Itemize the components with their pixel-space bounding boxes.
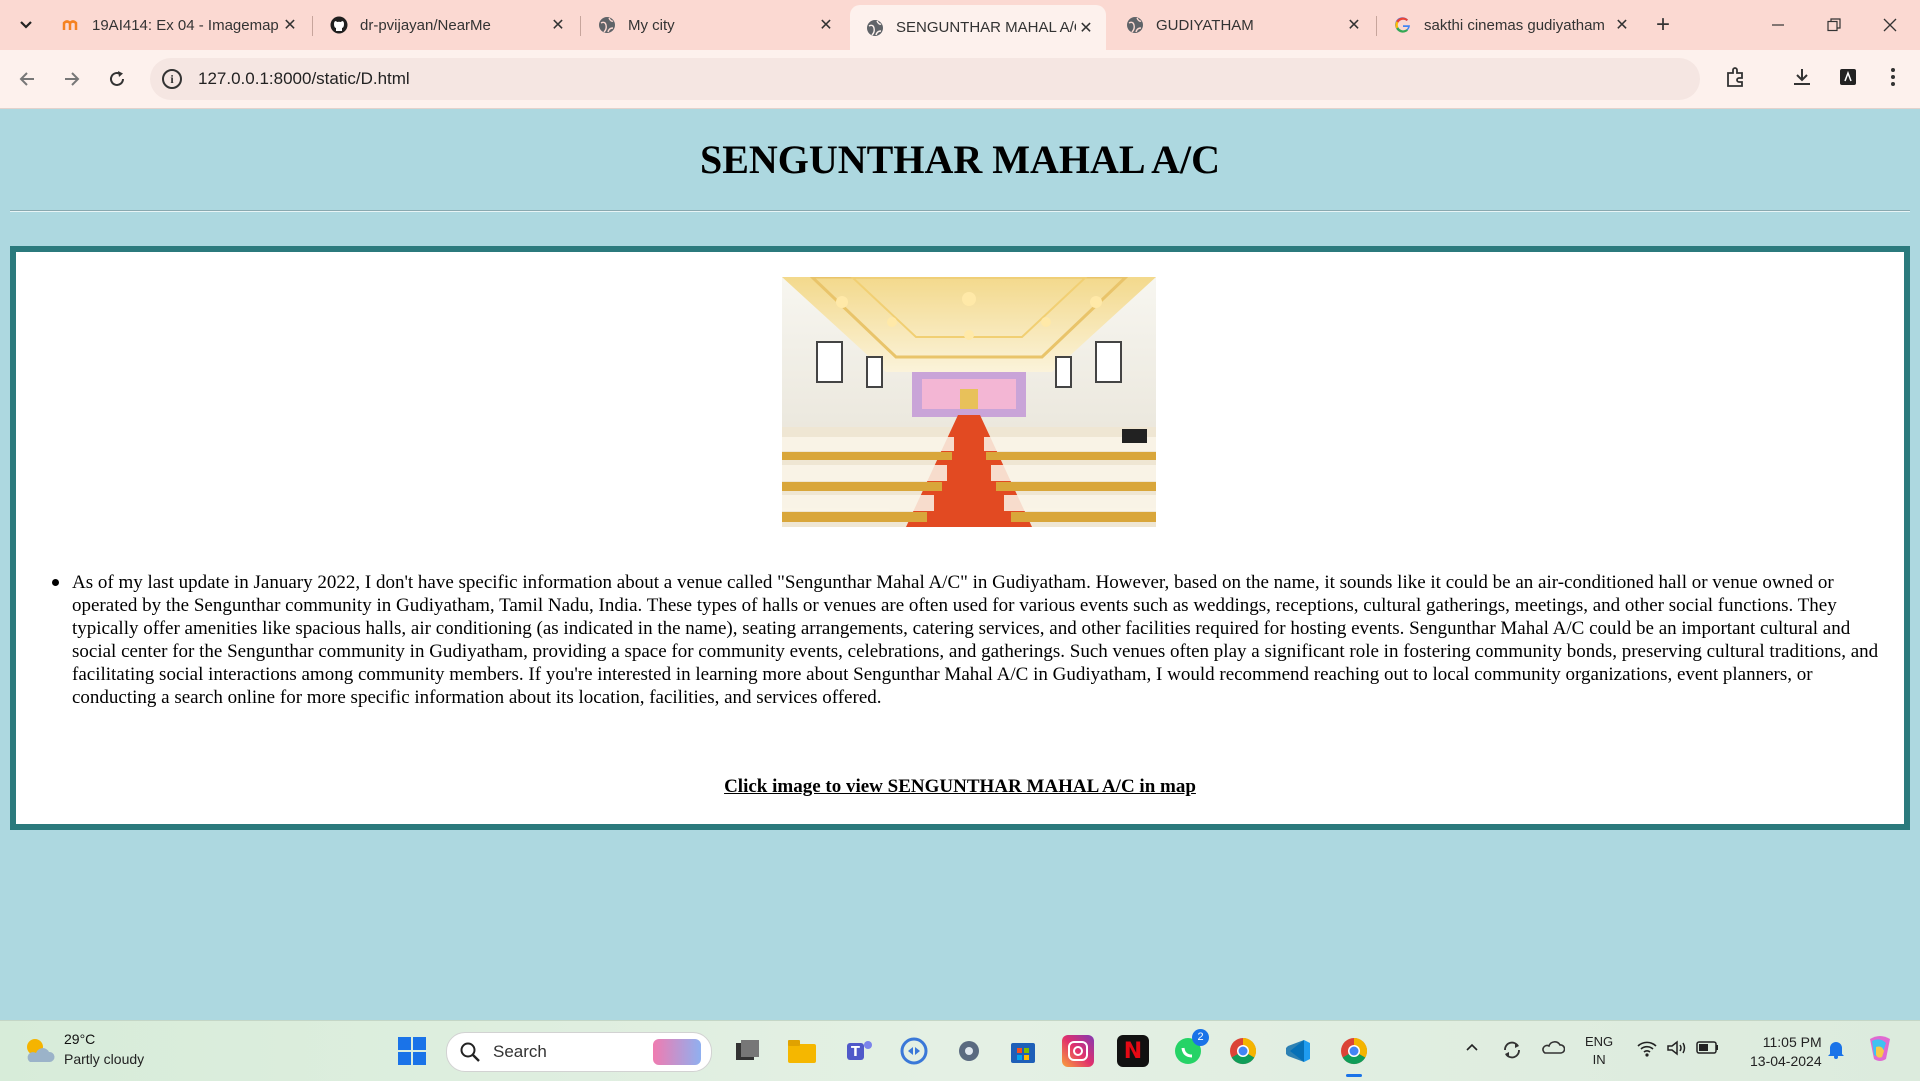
whatsapp-icon[interactable]: 2 xyxy=(1172,1029,1209,1067)
teams-icon[interactable]: T xyxy=(843,1035,875,1067)
weather-temperature[interactable]: 29°C xyxy=(64,1031,95,1047)
venue-description: As of my last update in January 2022, I … xyxy=(72,572,1879,708)
tab-title: GUDIYATHAM xyxy=(1156,16,1254,34)
venue-image[interactable] xyxy=(782,277,1156,527)
notification-badge: 2 xyxy=(1192,1029,1209,1046)
reload-icon xyxy=(110,71,124,86)
file-explorer-icon[interactable] xyxy=(786,1035,818,1067)
download-icon[interactable] xyxy=(1789,64,1815,90)
show-hidden-icons-icon[interactable] xyxy=(1464,1039,1480,1060)
tab-title: sakthi cinemas gudiyatham xyxy=(1424,16,1605,34)
search-highlight-icon xyxy=(653,1039,701,1065)
extensions-icon[interactable] xyxy=(1723,64,1749,90)
tab-separator xyxy=(580,16,581,36)
more-menu-icon[interactable] xyxy=(1880,64,1906,90)
partly-cloudy-icon[interactable] xyxy=(22,1035,56,1065)
tab-github[interactable]: dr-pvijayan/NearMe ✕ xyxy=(314,7,578,43)
volume-icon[interactable] xyxy=(1666,1039,1688,1062)
tab-separator xyxy=(1376,16,1377,36)
tab-title: My city xyxy=(628,16,675,34)
back-button[interactable] xyxy=(10,62,44,96)
microsoft-store-icon[interactable] xyxy=(1007,1035,1039,1067)
clock-date: 13-04-2024 xyxy=(1750,1053,1822,1069)
browser-toolbar: i 127.0.0.1:8000/static/D.html G文 xyxy=(0,50,1920,132)
chrome-icon[interactable] xyxy=(1227,1035,1259,1067)
tab-title: 19AI414: Ex 04 - Imagemap xyxy=(92,16,279,34)
wifi-icon[interactable] xyxy=(1636,1039,1658,1062)
minimize-button[interactable] xyxy=(1750,0,1806,50)
input-language[interactable]: ENG IN xyxy=(1585,1033,1613,1069)
globe-icon xyxy=(866,19,884,37)
divider xyxy=(10,210,1910,212)
windows-start-button[interactable] xyxy=(398,1037,426,1065)
restore-button[interactable] xyxy=(1806,0,1862,50)
url-text[interactable]: 127.0.0.1:8000/static/D.html xyxy=(198,69,410,89)
minimize-icon xyxy=(1772,24,1784,26)
chevron-down-icon xyxy=(20,21,32,29)
clock-time: 11:05 PM xyxy=(1762,1034,1822,1050)
plus-icon: + xyxy=(1655,11,1670,38)
language-code: ENG xyxy=(1585,1034,1614,1049)
forward-button[interactable] xyxy=(55,62,89,96)
chrome-active-icon[interactable] xyxy=(1338,1035,1370,1077)
banquet-hall-picture xyxy=(782,277,1156,527)
tab-my-city[interactable]: My city ✕ xyxy=(582,7,846,43)
system-clock[interactable]: 11:05 PM 13-04-2024 xyxy=(1750,1033,1822,1071)
close-tab-icon[interactable]: ✕ xyxy=(280,15,300,35)
taskbar-search-box[interactable]: Search xyxy=(446,1032,712,1072)
tab-title: SENGUNTHAR MAHAL A/C xyxy=(896,19,1076,36)
close-tab-icon[interactable]: ✕ xyxy=(816,15,836,35)
page-title: SENGUNTHAR MAHAL A/C xyxy=(699,137,1221,182)
tab-sengunthar-mahal[interactable]: SENGUNTHAR MAHAL A/C ✕ xyxy=(850,5,1106,50)
close-tab-icon[interactable]: ✕ xyxy=(1344,15,1364,35)
tab-strip: 19AI414: Ex 04 - Imagemap ✕ dr-pvijayan/… xyxy=(0,0,1920,50)
close-window-button[interactable] xyxy=(1862,0,1918,50)
search-label: Search xyxy=(493,1042,547,1061)
close-tab-icon[interactable]: ✕ xyxy=(1612,15,1632,35)
list-bullet xyxy=(52,579,59,586)
weather-description[interactable]: Partly cloudy xyxy=(64,1051,144,1067)
battery-icon[interactable] xyxy=(1696,1039,1720,1060)
active-app-indicator xyxy=(1346,1074,1362,1077)
windows-logo-icon xyxy=(398,1037,426,1065)
region-code: IN xyxy=(1592,1052,1606,1067)
close-tab-icon[interactable]: ✕ xyxy=(548,15,568,35)
view-in-map-link[interactable]: Click image to view SENGUNTHAR MAHAL A/C… xyxy=(0,776,1920,798)
tab-title: dr-pvijayan/NearMe xyxy=(360,16,491,34)
copilot-icon[interactable] xyxy=(1864,1033,1896,1070)
instagram-icon[interactable] xyxy=(1062,1035,1094,1067)
tab-imagemap[interactable]: 19AI414: Ex 04 - Imagemap ✕ xyxy=(46,7,310,43)
close-icon xyxy=(1883,18,1897,32)
task-view-icon[interactable] xyxy=(732,1035,764,1067)
address-bar[interactable]: i 127.0.0.1:8000/static/D.html xyxy=(150,58,1700,100)
sync-app-icon[interactable] xyxy=(898,1035,930,1067)
site-info-icon[interactable]: i xyxy=(162,69,182,89)
arrow-right-icon xyxy=(65,72,80,86)
vscode-icon[interactable] xyxy=(1282,1035,1314,1067)
google-icon xyxy=(1394,16,1412,34)
windows-taskbar: 29°C Partly cloudy Search T N 2 ENG IN 1… xyxy=(0,1020,1920,1081)
tab-gudiyatham[interactable]: GUDIYATHAM ✕ xyxy=(1110,7,1374,43)
github-icon xyxy=(330,16,348,34)
svg-text:T: T xyxy=(851,1045,860,1060)
new-tab-button[interactable]: + xyxy=(1648,10,1678,40)
notification-bell-icon[interactable] xyxy=(1827,1039,1845,1064)
onedrive-icon[interactable] xyxy=(1541,1039,1566,1060)
restore-icon xyxy=(1827,18,1841,32)
close-tab-icon[interactable]: ✕ xyxy=(1076,18,1096,38)
reload-button[interactable] xyxy=(100,62,134,96)
globe-icon xyxy=(1126,16,1144,34)
tab-separator xyxy=(312,16,313,36)
netflix-icon[interactable]: N xyxy=(1117,1035,1149,1067)
sync-tray-icon[interactable] xyxy=(1501,1039,1523,1066)
arrow-left-icon xyxy=(19,72,34,86)
globe-icon xyxy=(598,16,616,34)
settings-icon[interactable] xyxy=(953,1035,985,1067)
moodle-icon xyxy=(62,16,80,34)
search-icon xyxy=(460,1042,480,1062)
profile-avatar[interactable] xyxy=(1835,64,1861,90)
tab-sakthi-cinemas[interactable]: sakthi cinemas gudiyatham ✕ xyxy=(1378,7,1642,43)
tab-search-button[interactable] xyxy=(11,9,41,39)
web-page: SENGUNTHAR MAHAL A/C As of my last updat… xyxy=(0,109,1920,1020)
